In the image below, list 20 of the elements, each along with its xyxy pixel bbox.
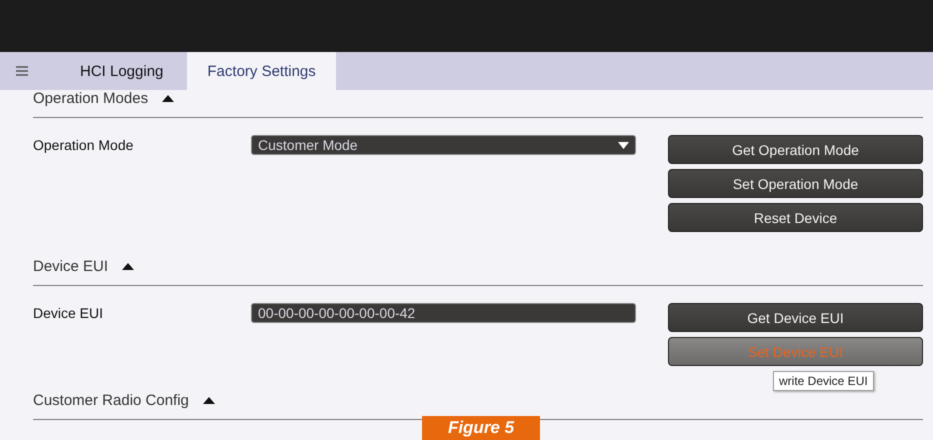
section-title: Operation Modes: [33, 90, 148, 107]
button[interactable]: Reset Device: [668, 203, 923, 232]
caret-icon[interactable]: [122, 263, 134, 270]
figure-label: Figure 5: [422, 416, 540, 440]
dropdown[interactable]: Customer Mode: [251, 135, 636, 155]
field-label: Operation Mode: [33, 136, 134, 153]
tab[interactable]: Factory Settings: [187, 52, 336, 90]
button[interactable]: Set Operation Mode: [668, 169, 923, 198]
tab[interactable]: HCI Logging: [44, 52, 188, 90]
input-field[interactable]: 00-00-00-00-00-00-00-42: [251, 303, 636, 323]
button[interactable]: Get Device EUI: [668, 303, 923, 332]
dropdown-arrow-icon[interactable]: [618, 142, 629, 148]
section-title: Device EUI: [33, 258, 108, 275]
tooltip: write Device EUI: [773, 371, 874, 391]
field-label: Device EUI: [33, 304, 104, 321]
caret-icon[interactable]: [202, 397, 215, 404]
button[interactable]: Get Operation Mode: [668, 135, 923, 164]
menu-icon[interactable]: [16, 66, 28, 76]
caret-icon[interactable]: [162, 95, 174, 102]
section-title: Customer Radio Config: [33, 392, 189, 409]
